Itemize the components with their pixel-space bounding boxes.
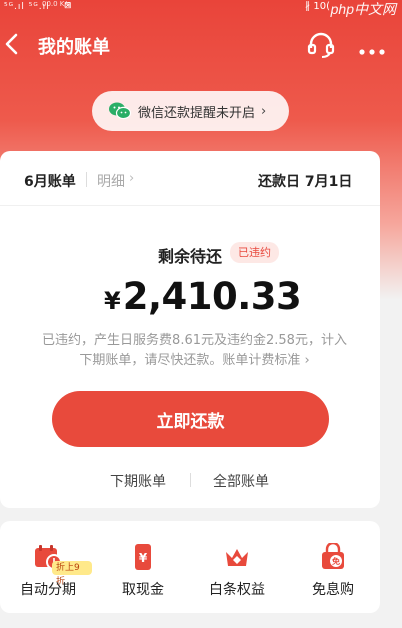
more-dots-icon bbox=[359, 49, 385, 55]
chevron-left-icon bbox=[5, 33, 18, 55]
svg-text:¥: ¥ bbox=[139, 551, 148, 565]
service-label: 自动分期 bbox=[20, 582, 76, 598]
amount-due: ¥ 2,410.33 bbox=[104, 275, 302, 318]
wechat-reminder-banner[interactable]: 微信还款提醒未开启 › bbox=[92, 91, 289, 131]
crown-icon bbox=[226, 549, 248, 566]
overdue-notice: 已违约，产生日服务费8.61元及违约金2.58元，计入 下期账单，请尽快还款。账… bbox=[22, 331, 367, 371]
notification-icon: ⊠ bbox=[64, 1, 72, 11]
wechat-reminder-label: 微信还款提醒未开启 bbox=[138, 105, 256, 121]
cash-phone-icon: ¥ bbox=[135, 544, 151, 570]
link-divider bbox=[190, 473, 191, 487]
billing-standard-link[interactable]: 下期账单，请尽快还款。账单计费标准 › bbox=[22, 351, 367, 371]
service-auto-installment[interactable]: 折上9折 自动分期 bbox=[4, 543, 92, 603]
headset-icon bbox=[307, 32, 335, 58]
services-panel: 折上9折 自动分期 ¥ 取现金 白条权益 免 免息购 bbox=[0, 521, 380, 613]
tab-monthly-bill[interactable]: 6月账单 bbox=[24, 171, 76, 191]
more-button[interactable] bbox=[358, 41, 386, 55]
status-badge: 已违约 bbox=[230, 242, 279, 263]
page-title: 我的账单 bbox=[38, 37, 110, 58]
notice-line: 已违约，产生日服务费8.61元及违约金2.58元，计入 bbox=[42, 333, 347, 348]
bill-card: 6月账单 明细 › 还款日 7月1日 剩余待还 已违约 ¥ 2,410.33 已… bbox=[0, 151, 380, 508]
bluetooth-icon: ∦ bbox=[305, 1, 311, 12]
service-label: 取现金 bbox=[122, 582, 164, 598]
service-interest-free[interactable]: 免 免息购 bbox=[289, 543, 377, 603]
pay-now-button[interactable]: 立即还款 bbox=[52, 391, 329, 447]
service-label: 白条权益 bbox=[209, 582, 265, 598]
bottom-edge bbox=[0, 618, 402, 628]
navigation-bar: 我的账单 bbox=[0, 22, 402, 68]
status-bar: ⁵ᴳ.ıl ⁵ᴳ.ıl 00.0 K/s ⊠ ∦ 10( php中文网 bbox=[0, 0, 402, 18]
service-cash-withdrawal[interactable]: ¥ 取现金 bbox=[99, 543, 187, 603]
service-baitiao-benefits[interactable]: 白条权益 bbox=[193, 543, 281, 603]
svg-text:免: 免 bbox=[332, 556, 340, 566]
shopping-bag-icon: 免 bbox=[322, 543, 344, 569]
battery-indicator: ∦ 10( bbox=[305, 1, 330, 12]
promo-badge: 折上9折 bbox=[52, 561, 92, 587]
currency-symbol: ¥ bbox=[104, 287, 121, 315]
chevron-right-icon: › bbox=[261, 103, 267, 119]
watermark-logo: php中文网 bbox=[330, 1, 396, 17]
due-date: 还款日 7月1日 bbox=[258, 174, 353, 190]
tab-detail[interactable]: 明细 bbox=[97, 171, 125, 191]
divider bbox=[0, 205, 380, 206]
customer-service-button[interactable] bbox=[306, 31, 336, 59]
next-bill-link[interactable]: 下期账单 bbox=[110, 471, 166, 491]
amount-value: 2,410.33 bbox=[122, 275, 302, 318]
battery-level: 10( bbox=[313, 1, 330, 12]
remaining-label: 剩余待还 bbox=[158, 247, 223, 266]
wechat-icon bbox=[109, 102, 132, 120]
service-label: 免息购 bbox=[312, 582, 354, 598]
tab-divider bbox=[86, 172, 87, 187]
chevron-right-icon: › bbox=[129, 171, 135, 186]
back-button[interactable] bbox=[2, 30, 24, 58]
all-bills-link[interactable]: 全部账单 bbox=[213, 471, 269, 491]
